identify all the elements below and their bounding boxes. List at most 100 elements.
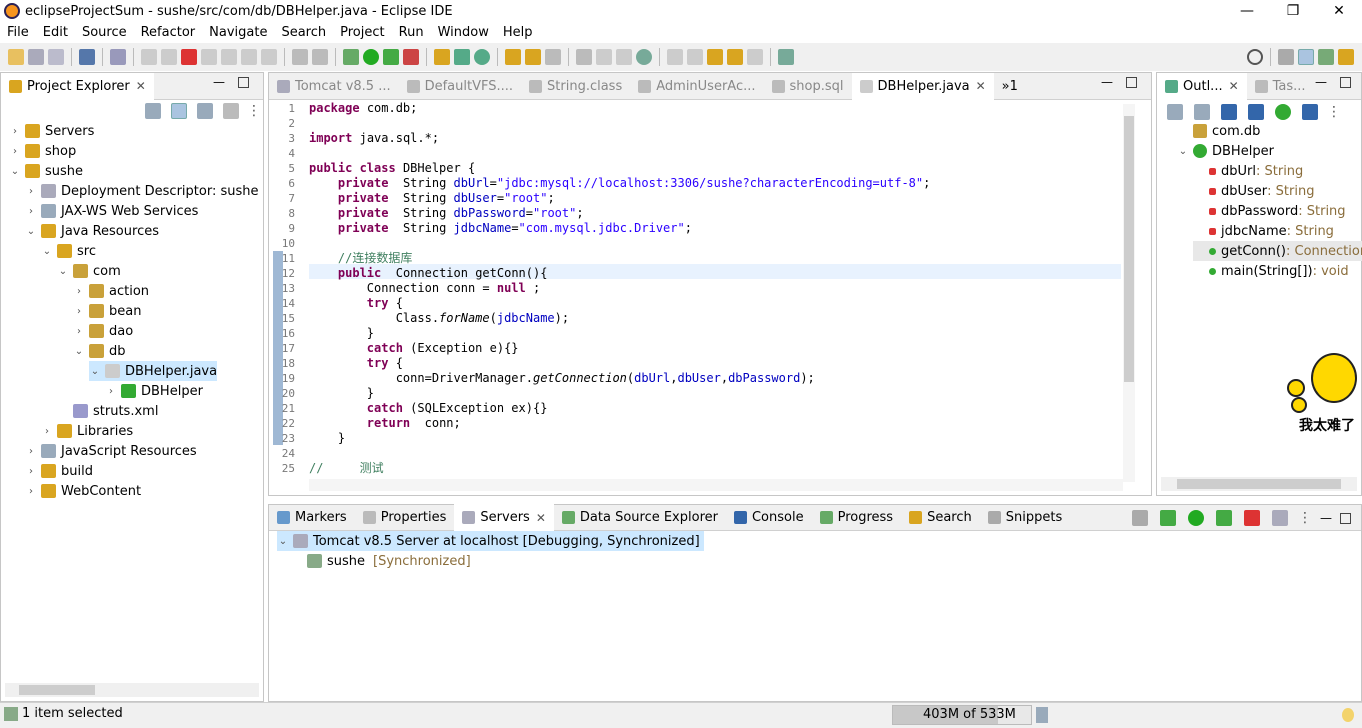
menu-run[interactable]: Run — [392, 25, 431, 40]
tree-item[interactable]: › Libraries — [41, 421, 133, 441]
menu-file[interactable]: File — [0, 25, 36, 40]
tree-item[interactable]: ⌄ Java Resources — [25, 221, 159, 241]
open-perspective-icon[interactable] — [1278, 49, 1294, 65]
collapse-icon[interactable] — [1132, 510, 1148, 526]
disconnect-icon[interactable] — [201, 49, 217, 65]
new-class-icon[interactable] — [474, 49, 490, 65]
hide-local-types-icon[interactable] — [1302, 104, 1318, 120]
tree-item[interactable]: › build — [25, 461, 93, 481]
minimize-view-icon[interactable]: — — [1315, 75, 1327, 89]
tab-snippets[interactable]: Snippets — [980, 504, 1070, 531]
twisty-icon[interactable]: › — [41, 426, 53, 437]
new-java-project-icon[interactable] — [434, 49, 450, 65]
vertical-scrollbar[interactable] — [1123, 104, 1135, 482]
menu-navigate[interactable]: Navigate — [202, 25, 274, 40]
maximize-view-icon[interactable] — [1340, 512, 1351, 524]
maximize-view-icon[interactable] — [238, 77, 249, 88]
view-menu-icon[interactable]: ⋮ — [1298, 510, 1312, 526]
tree-item[interactable]: ⌄ com — [57, 261, 121, 281]
sort-icon[interactable] — [1194, 104, 1210, 120]
twisty-icon[interactable]: › — [73, 286, 85, 297]
debug-perspective-icon[interactable] — [1318, 49, 1334, 65]
menu-window[interactable]: Window — [431, 25, 496, 40]
save-icon[interactable] — [28, 49, 44, 65]
outline-item[interactable]: ⌄ DBHelper — [1177, 141, 1274, 161]
resume-icon[interactable] — [141, 49, 157, 65]
tab-shop-sql[interactable]: shop.sql — [764, 73, 852, 100]
tab-data-source-explorer[interactable]: Data Source Explorer — [554, 504, 726, 531]
twisty-icon[interactable]: › — [25, 446, 37, 457]
minimize-view-icon[interactable]: — — [213, 75, 225, 89]
debug-icon[interactable] — [343, 49, 359, 65]
open-task-icon[interactable] — [525, 49, 541, 65]
tree-item[interactable]: › JAX-WS Web Services — [25, 201, 198, 221]
tab-progress[interactable]: Progress — [812, 504, 901, 531]
globe-icon[interactable] — [636, 49, 652, 65]
step-over-icon[interactable] — [241, 49, 257, 65]
tab-search[interactable]: Search — [901, 504, 980, 531]
heap-status[interactable]: 403M of 533M — [892, 705, 1032, 725]
search-tool-icon[interactable] — [545, 49, 561, 65]
outline-item[interactable]: jdbcName : String — [1193, 221, 1334, 241]
tab-defaultvfs[interactable]: DefaultVFS.... — [399, 73, 521, 100]
tip-icon[interactable] — [1342, 708, 1354, 722]
hide-static-icon[interactable] — [1248, 104, 1264, 120]
twisty-icon[interactable]: › — [105, 386, 117, 397]
collapse-all-icon[interactable] — [145, 103, 161, 119]
menu-help[interactable]: Help — [496, 25, 540, 40]
close-icon[interactable]: ✕ — [1229, 79, 1239, 93]
close-icon[interactable]: ✕ — [136, 79, 146, 93]
profile-icon[interactable] — [1216, 510, 1232, 526]
start-server-icon[interactable] — [1188, 510, 1204, 526]
tree-item[interactable]: ⌄ src — [41, 241, 96, 261]
tree-item[interactable]: ⌄ db — [73, 341, 126, 361]
close-button[interactable]: ✕ — [1316, 0, 1362, 22]
run-icon[interactable] — [363, 49, 379, 65]
publish-icon[interactable] — [1272, 510, 1288, 526]
tree-item[interactable]: › Deployment Descriptor: sushe — [25, 181, 259, 201]
horizontal-scrollbar[interactable] — [5, 683, 259, 697]
toggle-block-selection-icon[interactable] — [596, 49, 612, 65]
filter-icon[interactable] — [197, 103, 213, 119]
open-type-icon[interactable] — [505, 49, 521, 65]
twisty-icon[interactable]: ⌄ — [25, 226, 37, 237]
code-editor[interactable]: 1 package com.db; 2 3 import java.sql.*; 4 5 pu… — [269, 101, 1121, 481]
tab-tasks[interactable]: Tas... — [1247, 73, 1314, 100]
tab-string-class[interactable]: String.class — [521, 73, 630, 100]
outline-item[interactable]: com.db — [1177, 121, 1260, 141]
minimize-button[interactable]: — — [1224, 0, 1270, 22]
java-perspective-icon[interactable] — [1338, 49, 1354, 65]
tab-servers[interactable]: Servers ✕ — [454, 504, 554, 531]
tree-item[interactable]: › JavaScript Resources — [25, 441, 197, 461]
outline-item[interactable]: main(String[]) : void — [1193, 261, 1349, 281]
twisty-icon[interactable]: › — [73, 326, 85, 337]
tree-item[interactable]: ⌄ DBHelper.java — [89, 361, 218, 381]
collapse-all-icon[interactable] — [1167, 104, 1183, 120]
twisty-icon[interactable]: › — [9, 126, 21, 137]
search-icon[interactable] — [1247, 49, 1263, 65]
twisty-icon[interactable]: ⌄ — [1177, 146, 1189, 157]
tab-dbhelper-java[interactable]: DBHelper.java ✕ — [851, 72, 994, 100]
coverage-icon[interactable] — [383, 49, 399, 65]
hide-fields-icon[interactable] — [1221, 104, 1237, 120]
drop-to-frame-icon[interactable] — [292, 49, 308, 65]
terminate-icon[interactable] — [181, 49, 197, 65]
tab-markers[interactable]: Markers — [269, 504, 355, 531]
twisty-icon[interactable]: ⌄ — [9, 166, 21, 177]
close-icon[interactable]: ✕ — [536, 511, 546, 525]
maximize-view-icon[interactable] — [1340, 77, 1351, 88]
menu-search[interactable]: Search — [274, 25, 333, 40]
outline-item[interactable]: dbPassword : String — [1193, 201, 1346, 221]
previous-annotation-icon[interactable] — [687, 49, 703, 65]
forward-icon[interactable] — [747, 49, 763, 65]
twisty-icon[interactable]: › — [9, 146, 21, 157]
tree-item[interactable]: › dao — [73, 321, 133, 341]
link-with-editor-icon[interactable] — [171, 103, 187, 119]
tab-overflow[interactable]: »1 — [994, 73, 1026, 100]
twisty-icon[interactable]: ⌄ — [57, 266, 69, 277]
tab-outline[interactable]: Outl... ✕ — [1157, 72, 1247, 100]
menu-source[interactable]: Source — [75, 25, 134, 40]
twisty-icon[interactable]: ⌄ — [73, 346, 85, 357]
tree-item[interactable]: › WebContent — [25, 481, 141, 501]
twisty-icon[interactable]: › — [25, 206, 37, 217]
